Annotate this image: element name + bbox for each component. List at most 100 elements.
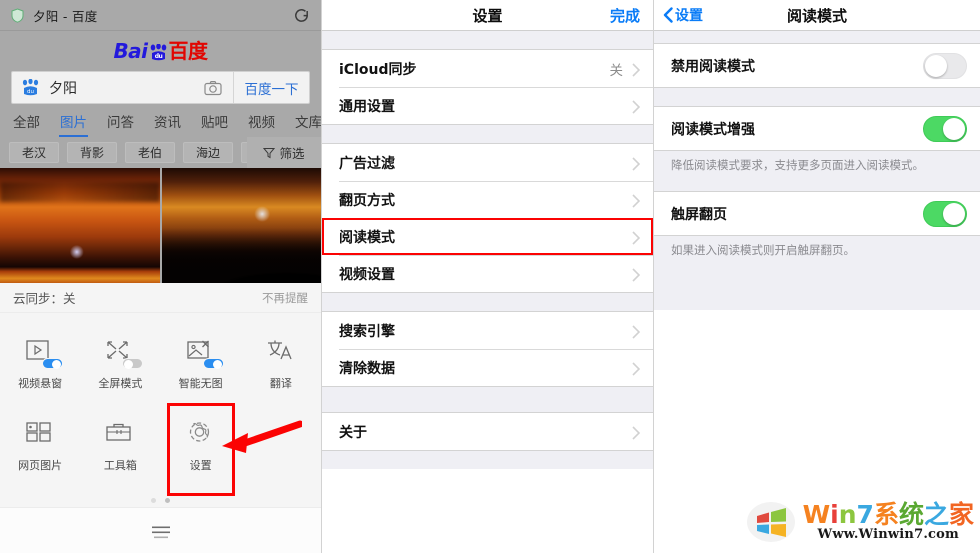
fullscreen-toggle[interactable] [122, 357, 144, 369]
dismiss-reminder-link[interactable]: 不再提醒 [262, 290, 308, 306]
wm-part: 之 [923, 499, 949, 529]
tool-settings[interactable]: 设置 [161, 402, 241, 496]
pager-dot[interactable] [165, 497, 170, 503]
chip-laohan[interactable]: 老汉 [9, 142, 60, 163]
disable-reading-mode-toggle[interactable] [923, 52, 967, 79]
settings-row-search-engine[interactable]: 搜索引擎 [322, 312, 653, 349]
watermark-text: Win7系统之家 Www.Winwin7.com [803, 502, 974, 543]
baidu-paw-icon: du [149, 41, 168, 61]
related-keyword-chips: 老汉 背影 老伯 海边 情侣 筛选 [0, 137, 321, 168]
reading-touch-footnote: 如果进入阅读模式则开启触屏翻页。 [671, 243, 855, 258]
wm-part: 家 [948, 499, 974, 529]
settings-row-ad-filter[interactable]: 广告过滤 [322, 144, 653, 181]
search-submit-button[interactable]: 百度一下 [233, 72, 309, 103]
tab-news[interactable]: 资讯 [144, 111, 191, 137]
row-label: iCloud同步 [339, 61, 417, 78]
settings-panel: 设置 完成 iCloud同步 关 通用设置 广告过滤 翻页方式 阅读模式 视频设… [321, 0, 653, 553]
reading-mode-panel: 设置 阅读模式 禁用阅读模式 阅读模式增强 降低阅读模式要求，支持更多页面进入阅… [653, 0, 980, 553]
chip-beiying[interactable]: 背影 [67, 142, 118, 163]
reading-row-disable[interactable]: 禁用阅读模式 [654, 44, 980, 87]
settings-row-reading-mode[interactable]: 阅读模式 [322, 218, 653, 255]
chevron-right-icon [632, 324, 641, 339]
chip-haibian[interactable]: 海边 [183, 142, 234, 163]
settings-gap [322, 451, 653, 469]
reading-row-touch-page[interactable]: 触屏翻页 [654, 192, 980, 236]
wm-part: 7 [856, 499, 874, 529]
tool-label: 全屏模式 [98, 376, 143, 390]
tab-images[interactable]: 图片 [50, 111, 97, 137]
settings-gap [322, 387, 653, 412]
reading-enhance-footnote: 降低阅读模式要求，支持更多页面进入阅读模式。 [671, 158, 924, 172]
search-input[interactable]: 夕阳 [40, 78, 204, 98]
tool-label: 智能无图 [178, 376, 223, 390]
video-float-icon [23, 338, 64, 369]
row-label: 视频设置 [339, 266, 395, 283]
tool-video-float[interactable]: 视频悬窗 [0, 323, 80, 406]
chevron-right-icon [632, 62, 641, 77]
search-bar[interactable]: du 夕阳 百度一下 [11, 71, 310, 104]
tool-toolbox[interactable]: 工具箱 [80, 406, 160, 489]
settings-row-page-turn[interactable]: 翻页方式 [322, 181, 653, 218]
browser-titlebar: 夕阳 - 百度 [0, 0, 321, 31]
browser-panel: 夕阳 - 百度 Bai du 百度 du 夕阳 百度一下 全部 图片 问答 资讯… [0, 0, 321, 553]
settings-group-account: iCloud同步 关 通用设置 [322, 49, 653, 125]
row-value: 关 [609, 62, 624, 79]
tool-label: 视频悬窗 [18, 376, 63, 390]
settings-group-about: 关于 [322, 412, 653, 451]
tool-no-image[interactable]: 智能无图 [161, 323, 241, 406]
tool-label: 设置 [189, 459, 212, 473]
settings-row-general[interactable]: 通用设置 [322, 87, 653, 124]
shield-icon [11, 7, 24, 23]
cloud-sync-status: 云同步：关 [13, 291, 76, 306]
row-label: 阅读模式增强 [671, 121, 755, 138]
camera-icon[interactable] [204, 80, 222, 96]
reading-mode-enhance-toggle[interactable] [923, 115, 967, 142]
windows-logo-icon [746, 497, 796, 547]
row-label: 清除数据 [339, 360, 395, 377]
settings-row-icloud-sync[interactable]: iCloud同步 关 [322, 50, 653, 87]
baidu-logo-latin: Bai [113, 39, 148, 63]
tab-all[interactable]: 全部 [10, 111, 50, 137]
done-button[interactable]: 完成 [610, 5, 640, 26]
svg-text:du: du [27, 89, 34, 95]
tab-video[interactable]: 视频 [238, 111, 285, 137]
web-image-icon [23, 420, 57, 450]
touch-page-turn-toggle[interactable] [923, 200, 967, 227]
image-result-thumbnail[interactable] [161, 168, 321, 283]
tab-qa[interactable]: 问答 [97, 111, 144, 137]
settings-gap [322, 125, 653, 143]
reading-group-enhance: 阅读模式增强 [654, 106, 980, 151]
watermark-url: Www.Winwin7.com [817, 527, 960, 543]
app-screen: 夕阳 - 百度 Bai du 百度 du 夕阳 百度一下 全部 图片 问答 资讯… [0, 0, 980, 553]
chevron-right-icon [632, 425, 641, 440]
settings-group-data: 搜索引擎 清除数据 [322, 311, 653, 387]
settings-row-about[interactable]: 关于 [322, 413, 653, 450]
tool-translate[interactable]: 翻译 [241, 323, 321, 406]
wm-part: n [838, 499, 857, 529]
tool-label: 工具箱 [103, 459, 137, 473]
settings-row-clear-data[interactable]: 清除数据 [322, 349, 653, 386]
pager-dot[interactable] [151, 497, 156, 503]
hamburger-menu-icon[interactable] [151, 524, 170, 539]
refresh-icon[interactable] [293, 7, 310, 24]
reading-gap [654, 173, 980, 192]
baidu-logo: Bai du 百度 [11, 38, 310, 65]
reading-row-enhance[interactable]: 阅读模式增强 [654, 107, 980, 150]
video-float-toggle[interactable] [42, 357, 64, 369]
settings-gap [322, 31, 653, 49]
settings-row-video[interactable]: 视频设置 [322, 255, 653, 292]
wm-part: 统 [898, 499, 924, 529]
image-result-thumbnail[interactable] [0, 168, 160, 283]
tool-web-image[interactable]: 网页图片 [0, 406, 80, 489]
filter-button[interactable]: 筛选 [247, 137, 321, 168]
chevron-right-icon [632, 267, 641, 282]
baidu-logo-cn: 百度 [168, 39, 209, 63]
chip-laobo[interactable]: 老伯 [125, 142, 176, 163]
tool-label: 翻译 [269, 376, 292, 390]
no-image-toggle[interactable] [202, 357, 224, 369]
tab-tieba[interactable]: 贴吧 [191, 111, 238, 137]
tool-fullscreen[interactable]: 全屏模式 [80, 323, 160, 406]
chevron-right-icon [632, 193, 641, 208]
row-label: 搜索引擎 [339, 323, 395, 340]
tab-wenku[interactable]: 文库 [285, 111, 321, 137]
